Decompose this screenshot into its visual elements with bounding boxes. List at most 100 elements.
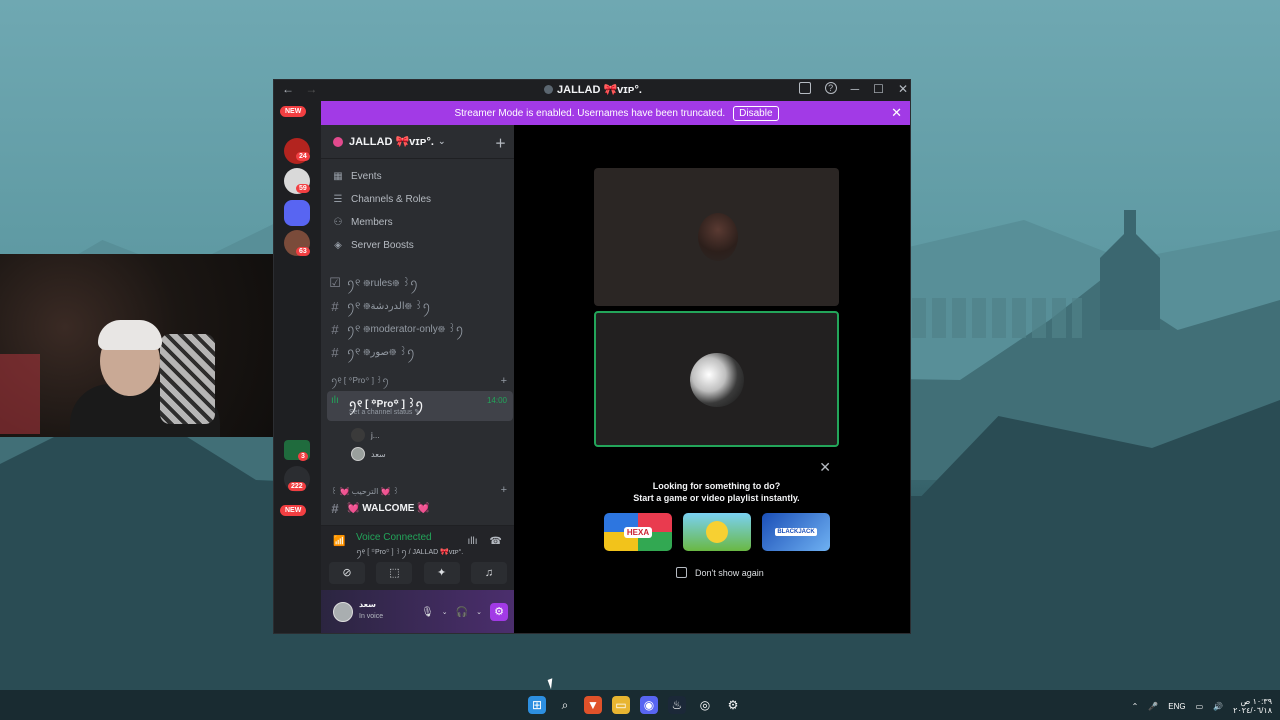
banner-close-icon[interactable]: ✕ — [891, 105, 902, 121]
dont-show-checkbox[interactable] — [676, 567, 687, 578]
add-channel-icon[interactable]: + — [501, 375, 507, 387]
start-icon[interactable]: ⊞ — [528, 696, 546, 714]
game-blackjack[interactable]: BLACKJACK — [762, 513, 830, 551]
inbox-icon[interactable] — [798, 82, 811, 94]
network-icon[interactable]: ▭ — [1196, 702, 1204, 711]
new-badge[interactable]: NEW — [280, 505, 307, 516]
headphones-icon[interactable]: 🎧 — [456, 607, 468, 618]
voice-user[interactable]: سعد — [351, 446, 386, 462]
close-icon[interactable]: ✕ — [819, 459, 831, 476]
title-bar: ← → JALLAD 🎀ᴠɪᴘ°. ? ─ ☐ ✕ — [274, 80, 910, 100]
minimize-button[interactable]: ─ — [851, 82, 860, 96]
obs-icon[interactable]: ◎ — [696, 696, 714, 714]
wallpaper-bridge — [912, 298, 1082, 338]
voice-connected-label[interactable]: Voice Connected — [356, 532, 432, 543]
camera-off-button[interactable]: ⊘ — [329, 562, 365, 584]
hash-icon: # — [331, 344, 339, 360]
server-nav-boosts[interactable]: ◈ Server Boosts — [333, 236, 414, 254]
server-icon — [333, 136, 343, 147]
mention-badge: 3 — [298, 452, 308, 461]
new-badge[interactable]: NEW — [280, 106, 307, 117]
avatar — [690, 353, 744, 407]
steam-icon[interactable]: ♨ — [668, 696, 686, 714]
wallpaper-castle — [1100, 210, 1160, 330]
hash-icon: # — [331, 298, 339, 314]
channel-welcome[interactable]: # 💓 WALCOME 💓 — [329, 498, 509, 518]
boost-icon: ◈ — [334, 239, 342, 251]
dont-show-again[interactable]: Don't show again — [676, 567, 764, 578]
activities-button[interactable]: ✦ — [423, 562, 460, 584]
help-icon[interactable]: ? — [824, 82, 837, 94]
server-nav-members[interactable]: ⚇ Members — [333, 213, 393, 231]
voice-speaking-icon: ılı — [331, 395, 339, 406]
maximize-button[interactable]: ☐ — [873, 82, 884, 96]
channel-moderator-only[interactable]: # ꪆ୧ ᪥moderator-only᪥ ꒱ꪆ — [329, 319, 509, 339]
noise-suppression-icon[interactable]: ıllı — [468, 536, 478, 547]
channel-sidebar: JALLAD 🎀ᴠɪᴘ°. ⌄ ＋ ▦ Events ☰ Channels & … — [321, 125, 514, 633]
chevron-down-icon: ⌄ — [437, 136, 446, 146]
channel-status[interactable]: Set a channel status ✎ — [349, 408, 420, 416]
mention-badge: 59 — [296, 184, 310, 193]
voice-timer: 14:00 — [486, 396, 507, 405]
game-hexa[interactable]: HEXA — [604, 513, 672, 551]
window-controls: ? ─ ☐ ✕ — [798, 82, 908, 96]
banner-text: Streamer Mode is enabled. Usernames have… — [454, 107, 726, 119]
voice-stage: ✕ Looking for something to do? Start a g… — [514, 125, 910, 633]
search-icon[interactable]: ⌕ — [556, 696, 574, 714]
avatar — [351, 428, 365, 442]
voice-location: ꪆ୧ [ ꙳Pro꙳ ] ꒱ꪆ / JALLAD 🎀ᴠɪᴘ°. — [356, 549, 464, 556]
checklist-icon: ☑ — [329, 275, 341, 290]
chevron-down-icon[interactable]: ⌄ — [476, 608, 482, 616]
participant-tile-speaking[interactable] — [594, 311, 839, 447]
farm-art — [706, 521, 728, 543]
gear-icon[interactable]: ⚙ — [490, 603, 508, 621]
volume-icon[interactable]: 🔊 — [1213, 702, 1223, 711]
voice-connected-panel: 📶 Voice Connected ꪆ୧ [ ꙳Pro꙳ ] ꒱ꪆ / JALL… — [321, 525, 514, 590]
user-status: In voice — [359, 613, 384, 620]
discord-window: ← → JALLAD 🎀ᴠɪᴘ°. ? ─ ☐ ✕ NEW 24 59 63 3… — [273, 79, 911, 634]
chevron-up-icon[interactable]: ⌃ — [1132, 702, 1139, 711]
server-name: JALLAD 🎀ᴠɪᴘ°. — [349, 136, 434, 148]
voice-channel-active[interactable]: ılı ꪆ୧ [ ꙳Pro꙳ ] ꒱ꪆ Set a channel status… — [327, 391, 513, 421]
username: سعد — [359, 600, 377, 609]
microphone-icon[interactable]: 🎤 — [1148, 702, 1158, 711]
brave-icon[interactable]: ▼ — [584, 696, 602, 714]
voice-user[interactable]: j... — [351, 427, 379, 443]
mention-badge: 63 — [296, 247, 310, 256]
activity-title: Looking for something to do? — [652, 481, 781, 491]
soundboard-button[interactable]: ♫ — [470, 562, 507, 584]
microphone-icon[interactable]: 🎙 — [421, 607, 434, 618]
settings-icon[interactable]: ⚙ — [724, 696, 742, 714]
add-channel-icon[interactable]: + — [501, 484, 507, 496]
close-button[interactable]: ✕ — [898, 82, 908, 96]
members-icon: ⚇ — [333, 216, 343, 228]
list-icon: ☰ — [333, 193, 343, 205]
server-icon — [544, 85, 554, 94]
channel-images[interactable]: # ꪆ୧ ᪥صور᪥ ꒱ꪆ — [329, 342, 509, 362]
participant-tile[interactable] — [594, 168, 839, 306]
server-nav-events[interactable]: ▦ Events — [333, 167, 381, 185]
avatar[interactable] — [333, 602, 353, 622]
folder-icon[interactable]: ▭ — [612, 696, 630, 714]
category-pro[interactable]: ꪆ୧ [ ꙳Pro꙳ ] ꒱ꪆ + — [331, 374, 507, 388]
mention-badge: 222 — [288, 482, 306, 491]
clock[interactable]: ١٠:٣٩ ص ٢٠٢٤/٠٦/١٨ — [1233, 697, 1272, 715]
disconnect-icon[interactable]: ☎ — [490, 536, 502, 547]
language-indicator[interactable]: ENG — [1168, 702, 1185, 711]
category-welcome[interactable]: ꒰ 💓 الترحيب 💓 ꒱ + — [331, 483, 507, 497]
hash-icon: # — [331, 321, 339, 337]
voice-actions: ⊘ ⬚ ✦ ♫ — [329, 562, 507, 584]
channel-chat[interactable]: # ꪆ୧ ᪥الدردشة᪥ ꒱ꪆ — [329, 296, 509, 316]
signal-icon[interactable]: 📶 — [333, 536, 345, 547]
chevron-down-icon[interactable]: ⌄ — [442, 608, 448, 616]
channel-rules[interactable]: ☑ ꪆ୧ ᪥rules᪥ ꒱ꪆ — [329, 273, 509, 293]
screen-share-button[interactable]: ⬚ — [376, 562, 413, 584]
server-nav-channels-roles[interactable]: ☰ Channels & Roles — [333, 190, 432, 208]
discord-icon[interactable]: ◉ — [640, 696, 658, 714]
server-header[interactable]: JALLAD 🎀ᴠɪᴘ°. ⌄ ＋ — [321, 125, 514, 159]
server-icon-3[interactable] — [284, 200, 310, 226]
game-farm[interactable] — [683, 513, 751, 551]
hash-icon: # — [331, 500, 339, 516]
invite-icon[interactable]: ＋ — [495, 135, 506, 151]
disable-button[interactable]: Disable — [733, 105, 779, 121]
